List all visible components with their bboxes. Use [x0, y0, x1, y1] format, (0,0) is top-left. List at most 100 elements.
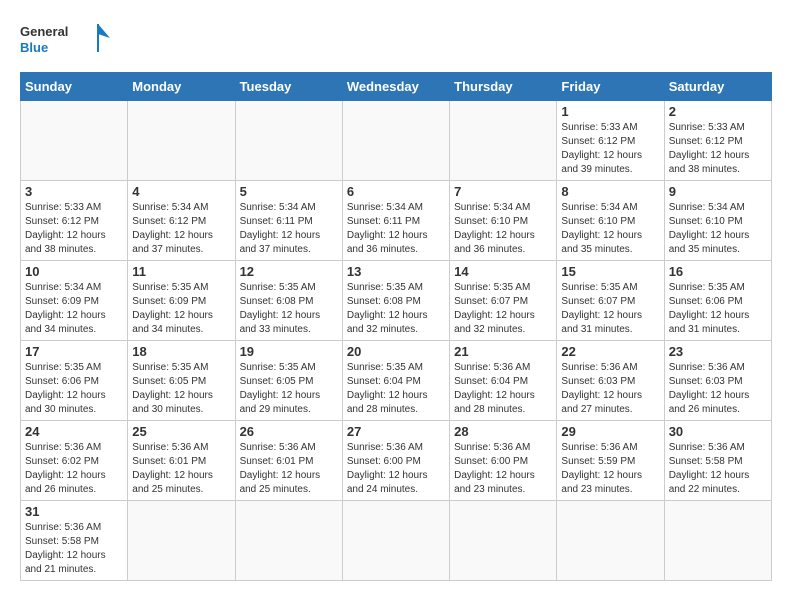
day-info: Sunrise: 5:36 AM Sunset: 6:01 PM Dayligh… — [240, 441, 338, 497]
calendar-cell: 9Sunrise: 5:34 AM Sunset: 6:10 PM Daylig… — [664, 181, 771, 261]
calendar-cell: 22 Sunrise: 5:36 AM Sunset: 6:03 PM Dayli… — [557, 341, 664, 421]
day-header-sunday: Sunday — [21, 73, 128, 101]
day-info: Sunrise: 5:35 AM Sunset: 6:09 PM Dayligh… — [132, 281, 230, 337]
day-info: Sunrise: 5:36 AM Sunset: 6:03 PM Dayligh… — [561, 361, 659, 417]
calendar-cell: 25 Sunrise: 5:36 AM Sunset: 6:01 PM Dayli… — [128, 421, 235, 501]
day-number: 16 — [669, 264, 767, 279]
calendar-cell: 5 Sunrise: 5:34 AM Sunset: 6:11 PM Daylig… — [235, 181, 342, 261]
calendar-cell: 20Sunrise: 5:35 AM Sunset: 6:04 PM Dayli… — [342, 341, 449, 421]
calendar-cell: 6 Sunrise: 5:34 AM Sunset: 6:11 PM Daylig… — [342, 181, 449, 261]
calendar-cell — [450, 501, 557, 581]
day-info: Sunrise: 5:35 AM Sunset: 6:06 PM Dayligh… — [669, 281, 767, 337]
calendar-cell — [342, 501, 449, 581]
calendar-header: SundayMondayTuesdayWednesdayThursdayFrid… — [21, 73, 772, 101]
day-number: 9 — [669, 184, 767, 199]
day-number: 5 — [240, 184, 338, 199]
week-row-6: 31Sunrise: 5:36 AM Sunset: 5:58 PM Dayli… — [21, 501, 772, 581]
day-info: Sunrise: 5:34 AM Sunset: 6:10 PM Dayligh… — [454, 201, 552, 257]
calendar-cell: 3 Sunrise: 5:33 AM Sunset: 6:12 PM Daylig… — [21, 181, 128, 261]
day-number: 8 — [561, 184, 659, 199]
day-number: 7 — [454, 184, 552, 199]
day-info: Sunrise: 5:36 AM Sunset: 6:01 PM Dayligh… — [132, 441, 230, 497]
day-number: 11 — [132, 264, 230, 279]
header: General Blue — [20, 20, 772, 62]
calendar-cell: 19 Sunrise: 5:35 AM Sunset: 6:05 PM Dayli… — [235, 341, 342, 421]
day-number: 29 — [561, 424, 659, 439]
day-number: 1 — [561, 104, 659, 119]
calendar-cell: 4Sunrise: 5:34 AM Sunset: 6:12 PM Daylig… — [128, 181, 235, 261]
calendar-cell: 13Sunrise: 5:35 AM Sunset: 6:08 PM Dayli… — [342, 261, 449, 341]
calendar-cell: 2 Sunrise: 5:33 AM Sunset: 6:12 PM Daylig… — [664, 101, 771, 181]
calendar-cell — [21, 101, 128, 181]
day-info: Sunrise: 5:34 AM Sunset: 6:11 PM Dayligh… — [240, 201, 338, 257]
calendar-cell: 30Sunrise: 5:36 AM Sunset: 5:58 PM Dayli… — [664, 421, 771, 501]
calendar-body: 1 Sunrise: 5:33 AM Sunset: 6:12 PM Daylig… — [21, 101, 772, 581]
calendar-cell — [235, 501, 342, 581]
day-info: Sunrise: 5:36 AM Sunset: 6:00 PM Dayligh… — [454, 441, 552, 497]
calendar-cell: 24Sunrise: 5:36 AM Sunset: 6:02 PM Dayli… — [21, 421, 128, 501]
day-number: 22 — [561, 344, 659, 359]
day-header-saturday: Saturday — [664, 73, 771, 101]
calendar-cell: 17Sunrise: 5:35 AM Sunset: 6:06 PM Dayli… — [21, 341, 128, 421]
day-number: 26 — [240, 424, 338, 439]
day-info: Sunrise: 5:35 AM Sunset: 6:05 PM Dayligh… — [240, 361, 338, 417]
calendar-cell: 1 Sunrise: 5:33 AM Sunset: 6:12 PM Daylig… — [557, 101, 664, 181]
day-number: 13 — [347, 264, 445, 279]
day-number: 10 — [25, 264, 123, 279]
svg-text:Blue: Blue — [20, 40, 48, 55]
day-info: Sunrise: 5:36 AM Sunset: 5:59 PM Dayligh… — [561, 441, 659, 497]
week-row-4: 17Sunrise: 5:35 AM Sunset: 6:06 PM Dayli… — [21, 341, 772, 421]
calendar-cell — [128, 101, 235, 181]
day-info: Sunrise: 5:35 AM Sunset: 6:05 PM Dayligh… — [132, 361, 230, 417]
calendar-cell — [235, 101, 342, 181]
day-info: Sunrise: 5:35 AM Sunset: 6:07 PM Dayligh… — [454, 281, 552, 337]
day-info: Sunrise: 5:36 AM Sunset: 6:03 PM Dayligh… — [669, 361, 767, 417]
day-info: Sunrise: 5:34 AM Sunset: 6:10 PM Dayligh… — [561, 201, 659, 257]
day-info: Sunrise: 5:36 AM Sunset: 6:00 PM Dayligh… — [347, 441, 445, 497]
day-info: Sunrise: 5:36 AM Sunset: 5:58 PM Dayligh… — [669, 441, 767, 497]
day-number: 4 — [132, 184, 230, 199]
calendar-cell: 21Sunrise: 5:36 AM Sunset: 6:04 PM Dayli… — [450, 341, 557, 421]
calendar-cell: 26 Sunrise: 5:36 AM Sunset: 6:01 PM Dayli… — [235, 421, 342, 501]
day-number: 25 — [132, 424, 230, 439]
day-number: 15 — [561, 264, 659, 279]
calendar-cell: 15 Sunrise: 5:35 AM Sunset: 6:07 PM Dayli… — [557, 261, 664, 341]
day-number: 3 — [25, 184, 123, 199]
day-info: Sunrise: 5:34 AM Sunset: 6:11 PM Dayligh… — [347, 201, 445, 257]
calendar-cell: 23Sunrise: 5:36 AM Sunset: 6:03 PM Dayli… — [664, 341, 771, 421]
calendar-cell: 11 Sunrise: 5:35 AM Sunset: 6:09 PM Dayli… — [128, 261, 235, 341]
day-info: Sunrise: 5:33 AM Sunset: 6:12 PM Dayligh… — [561, 121, 659, 177]
day-number: 18 — [132, 344, 230, 359]
day-number: 12 — [240, 264, 338, 279]
calendar-cell: 7 Sunrise: 5:34 AM Sunset: 6:10 PM Daylig… — [450, 181, 557, 261]
day-header-thursday: Thursday — [450, 73, 557, 101]
logo-svg: General Blue — [20, 20, 120, 62]
day-info: Sunrise: 5:35 AM Sunset: 6:07 PM Dayligh… — [561, 281, 659, 337]
day-number: 17 — [25, 344, 123, 359]
day-number: 6 — [347, 184, 445, 199]
header-row: SundayMondayTuesdayWednesdayThursdayFrid… — [21, 73, 772, 101]
calendar-cell — [450, 101, 557, 181]
day-info: Sunrise: 5:33 AM Sunset: 6:12 PM Dayligh… — [25, 201, 123, 257]
day-header-tuesday: Tuesday — [235, 73, 342, 101]
calendar-cell: 28 Sunrise: 5:36 AM Sunset: 6:00 PM Dayli… — [450, 421, 557, 501]
calendar-cell: 8 Sunrise: 5:34 AM Sunset: 6:10 PM Daylig… — [557, 181, 664, 261]
week-row-2: 3 Sunrise: 5:33 AM Sunset: 6:12 PM Daylig… — [21, 181, 772, 261]
week-row-5: 24Sunrise: 5:36 AM Sunset: 6:02 PM Dayli… — [21, 421, 772, 501]
day-info: Sunrise: 5:36 AM Sunset: 5:58 PM Dayligh… — [25, 521, 123, 577]
day-info: Sunrise: 5:33 AM Sunset: 6:12 PM Dayligh… — [669, 121, 767, 177]
calendar-cell — [342, 101, 449, 181]
day-number: 28 — [454, 424, 552, 439]
day-info: Sunrise: 5:34 AM Sunset: 6:09 PM Dayligh… — [25, 281, 123, 337]
day-info: Sunrise: 5:36 AM Sunset: 6:04 PM Dayligh… — [454, 361, 552, 417]
calendar-cell: 27 Sunrise: 5:36 AM Sunset: 6:00 PM Dayli… — [342, 421, 449, 501]
day-header-monday: Monday — [128, 73, 235, 101]
week-row-1: 1 Sunrise: 5:33 AM Sunset: 6:12 PM Daylig… — [21, 101, 772, 181]
day-number: 19 — [240, 344, 338, 359]
calendar-cell — [128, 501, 235, 581]
calendar-cell: 10 Sunrise: 5:34 AM Sunset: 6:09 PM Dayli… — [21, 261, 128, 341]
logo: General Blue — [20, 20, 120, 62]
day-number: 27 — [347, 424, 445, 439]
calendar-cell: 16 Sunrise: 5:35 AM Sunset: 6:06 PM Dayli… — [664, 261, 771, 341]
day-number: 2 — [669, 104, 767, 119]
